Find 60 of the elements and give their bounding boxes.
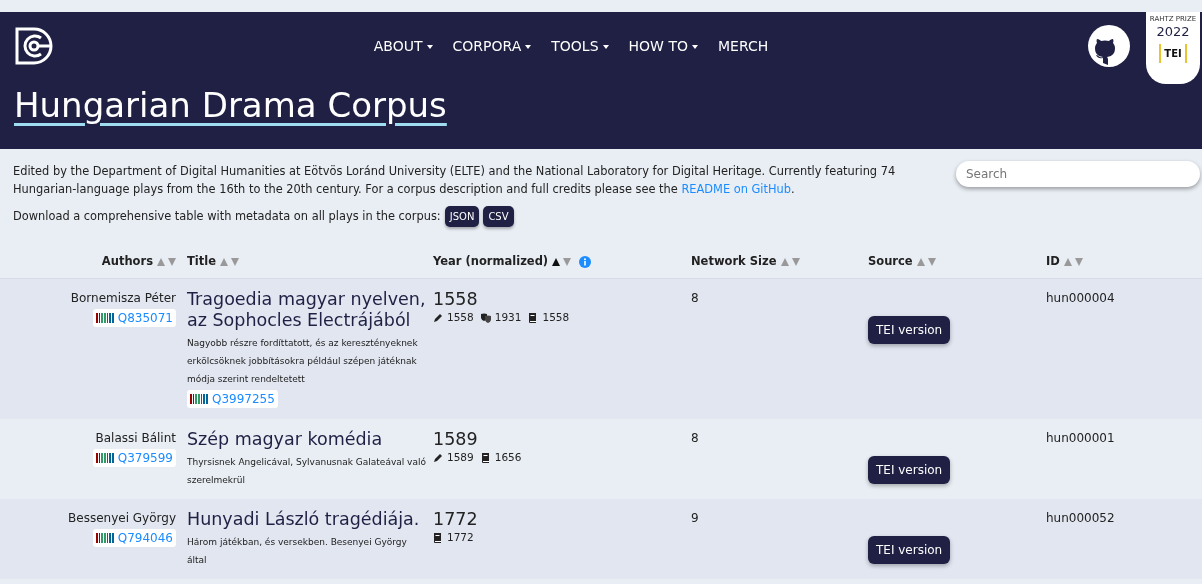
wikidata-icon — [95, 453, 114, 464]
play-subtitle: Nagyobb részre fordíttatott, és az keresztényeknek erkölcsöknek jobbításokra például szépen játéknak módja szerint rendeltetett — [187, 337, 419, 387]
tei-version-button[interactable]: TEI version — [868, 456, 951, 485]
author-name: Bessenyei György — [67, 510, 176, 528]
nav-menu-item[interactable]: ABOUT — [363, 35, 443, 57]
prize-year: 2022 — [1156, 24, 1190, 39]
year-value: 1772 — [433, 509, 479, 531]
pen-icon — [433, 313, 443, 324]
download-button[interactable]: JSON — [444, 206, 480, 227]
nav-menu-item[interactable]: MERCH — [707, 35, 779, 57]
date-year: 1772 — [447, 530, 474, 546]
play-id: hun000004 — [1046, 291, 1115, 306]
site-title[interactable]: Hungarian Drama Corpus — [14, 85, 447, 125]
column-header[interactable]: Network Size — [691, 253, 777, 271]
column-header[interactable]: Source — [868, 253, 913, 271]
column-header[interactable]: ID — [1046, 253, 1060, 271]
wikidata-icon — [95, 533, 114, 544]
sort-icon[interactable] — [552, 257, 572, 267]
wikidata-icon — [95, 313, 114, 324]
book-icon — [480, 453, 491, 464]
play-title[interactable]: Szép magyar komédia — [187, 429, 428, 451]
play-title[interactable]: Hunyadi László tragédiája. — [187, 509, 428, 531]
pen-icon — [433, 453, 443, 464]
tei-version-button[interactable]: TEI version — [868, 536, 951, 565]
date-year: 1558 — [447, 310, 474, 326]
book-icon — [528, 313, 539, 324]
tei-logo: TEI — [1159, 43, 1187, 63]
play-id: hun000001 — [1046, 431, 1115, 446]
year-value: 1558 — [433, 289, 479, 311]
play-subtitle: Három játékban, és versekben. Besenyei György által — [187, 536, 408, 568]
column-header[interactable]: Year (normalized) — [433, 253, 549, 271]
info-icon[interactable] — [579, 255, 592, 268]
year-value: 1589 — [433, 429, 479, 451]
github-icon[interactable] — [1088, 25, 1130, 67]
play-subtitle: Thyrsisnek Angelicával, Sylvanusnak Galateával való szerelmekrül — [187, 456, 427, 488]
nav-menu-item[interactable]: HOW TO — [618, 35, 708, 57]
wikidata-icon — [190, 394, 208, 405]
nav-menu-item[interactable]: CORPORA — [442, 35, 542, 57]
column-header[interactable]: Authors — [101, 253, 153, 271]
network-size: 8 — [691, 431, 699, 446]
download-button[interactable]: CSV — [483, 206, 514, 227]
date-year: 1656 — [494, 450, 522, 466]
column-header[interactable]: Title — [187, 253, 217, 271]
author-name: Bornemisza Péter — [69, 290, 176, 308]
search-field[interactable]: Search — [956, 161, 1200, 187]
network-size: 9 — [691, 511, 699, 526]
tei-version-button[interactable]: TEI version — [868, 316, 951, 345]
author-name: Balassi Bálint — [94, 430, 176, 448]
intro-paragraph: Edited by the Department of Digital Humanities at Eötvös Loránd University (ELTE) and the National Laboratory for Digital Heritage. Currently featuring 74 Hungarian-language plays from the 16th to the 20th century. For a corpus description and full credits please see the README on GitHub. — [13, 163, 897, 198]
logo-icon[interactable] — [14, 26, 54, 66]
nav-menu-item[interactable]: TOOLS — [541, 35, 619, 57]
date-year: 1558 — [542, 310, 570, 326]
book-icon — [433, 533, 443, 544]
play-id: hun000052 — [1046, 511, 1115, 526]
play-title[interactable]: Tragoedia magyar nyelven, az Sophocles Electrájából — [187, 289, 428, 332]
network-size: 8 — [691, 291, 699, 306]
download-text: Download a comprehensive table with metadata on all plays in the corpus: — [13, 207, 441, 225]
theater-masks-icon — [480, 313, 491, 324]
date-year: 1589 — [447, 450, 474, 466]
date-year: 1931 — [494, 310, 522, 326]
